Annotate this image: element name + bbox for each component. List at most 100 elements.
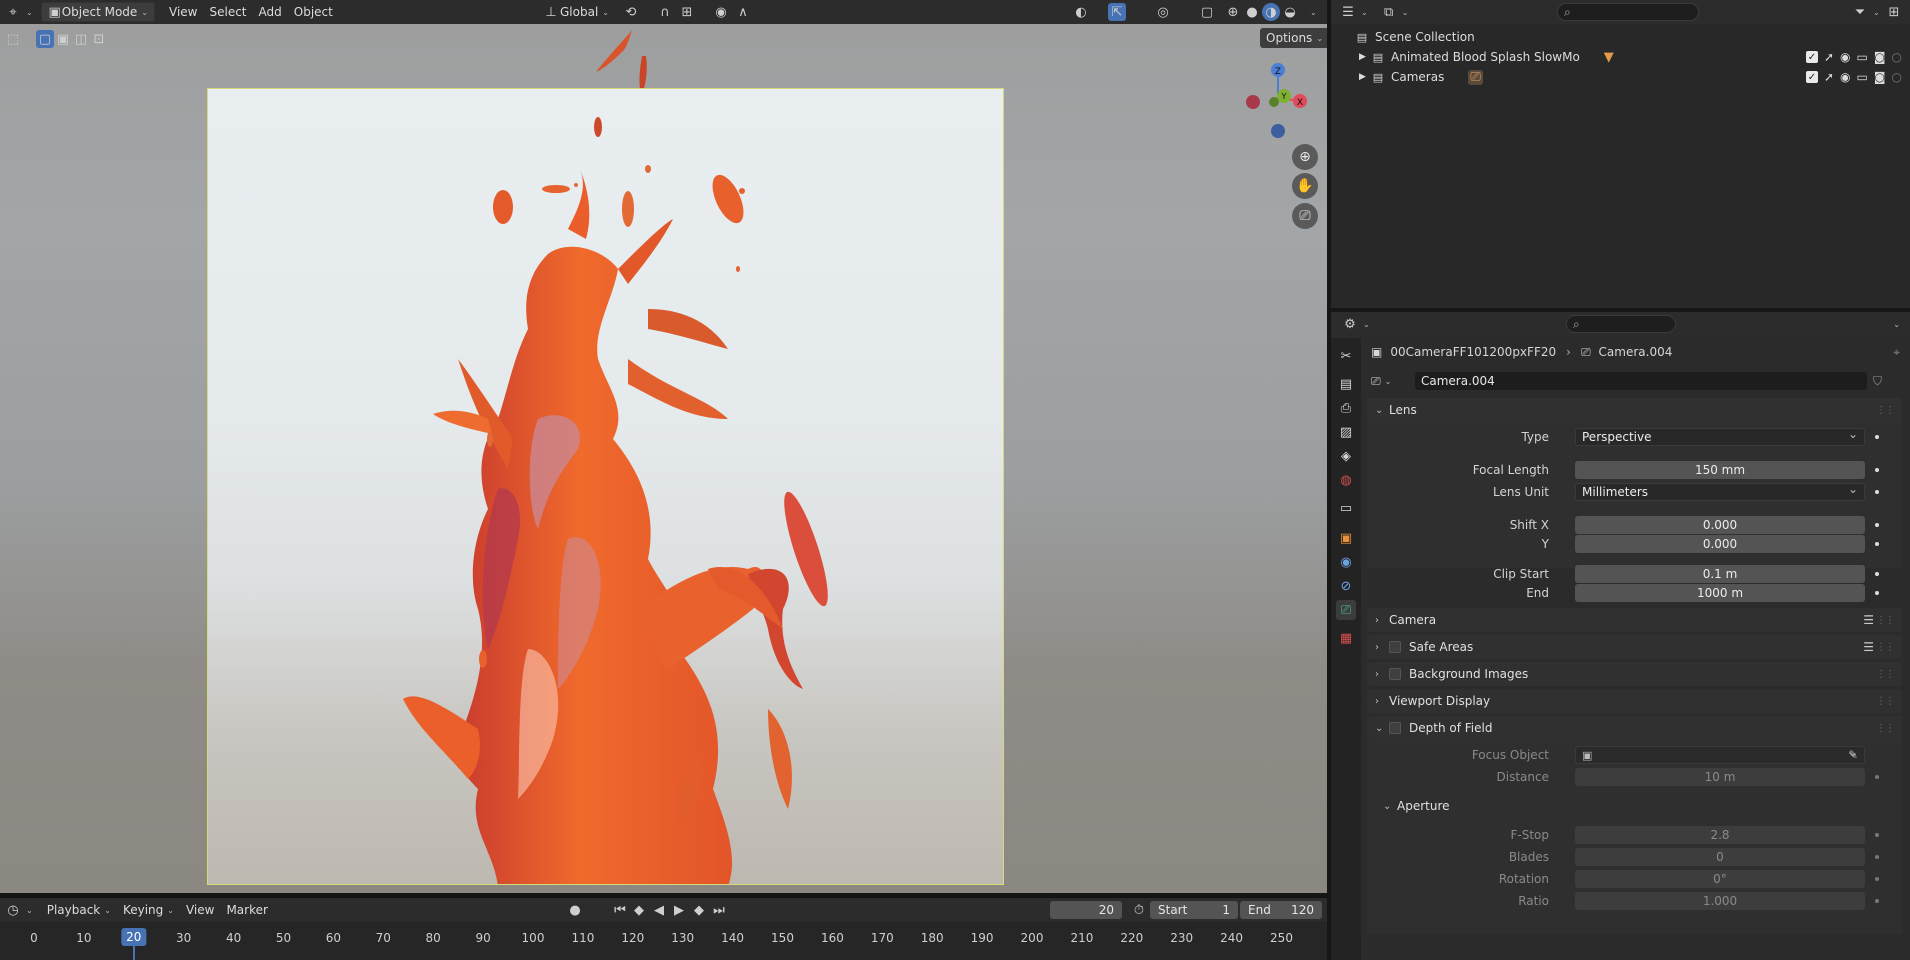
monitor-icon[interactable]: ▭ <box>1857 70 1868 84</box>
clip-start-field[interactable]: 0.1 m <box>1575 565 1865 583</box>
collection-tab-icon[interactable]: ▭ <box>1336 498 1356 518</box>
exclude-checkbox[interactable]: ✓ <box>1805 51 1818 63</box>
background-images-checkbox[interactable] <box>1389 668 1401 680</box>
3d-viewport[interactable]: ⌖ ⌄ ▣ Object Mode ⌄ View Select Add Object… <box>0 0 1327 893</box>
timeline-editor-icon[interactable]: ◷ <box>4 901 22 919</box>
select-arrow-icon[interactable]: ➚ <box>1824 70 1834 84</box>
expand-arrow-icon[interactable]: ▶ <box>1359 52 1371 62</box>
record-icon[interactable]: ● <box>566 901 584 919</box>
properties-search-input[interactable]: ⌕ <box>1566 315 1676 333</box>
keyframe-dot-icon[interactable] <box>1875 877 1879 881</box>
outliner-editor-icon[interactable]: ☰ <box>1339 3 1357 21</box>
keyframe-dot-icon[interactable] <box>1875 833 1879 837</box>
select-intersect-icon[interactable]: ⊡ <box>90 30 108 48</box>
menu-object[interactable]: Object <box>288 2 339 22</box>
snap-icon[interactable]: ∩ <box>656 3 674 21</box>
menu-marker[interactable]: Marker <box>220 900 273 920</box>
keyframe-dot-icon[interactable] <box>1875 591 1879 595</box>
keyframe-dot-icon[interactable] <box>1875 775 1879 779</box>
aperture-subpanel-header[interactable]: ⌄ Aperture <box>1383 796 1450 816</box>
presets-list-icon[interactable]: ☰ <box>1863 640 1874 654</box>
focal-length-field[interactable]: 150 mm <box>1575 461 1865 479</box>
eyedropper-icon[interactable]: ✎ <box>1848 748 1858 762</box>
keyframe-dot-icon[interactable] <box>1875 490 1879 494</box>
ratio-field[interactable]: 1.000 <box>1575 892 1865 910</box>
outliner-item[interactable]: ▶ ▤ Cameras ⎚ ✓ ➚ ◉ ▭ ◙ ○ <box>1331 67 1910 87</box>
select-arrow-icon[interactable]: ➚ <box>1824 50 1834 64</box>
expand-arrow-icon[interactable]: ▶ <box>1359 72 1371 82</box>
rotation-field[interactable]: 0° <box>1575 870 1865 888</box>
monitor-icon[interactable]: ▭ <box>1857 50 1868 64</box>
background-images-panel-header[interactable]: › Background Images ⋮⋮ <box>1367 662 1902 686</box>
exclude-checkbox[interactable]: ✓ <box>1805 71 1818 83</box>
outliner-item[interactable]: ▶ ▤ Animated Blood Splash SlowMo ▼ ✓ ➚ ◉… <box>1331 47 1910 67</box>
navigation-gizmo[interactable]: Z X Y <box>1230 56 1320 146</box>
output-tab-icon[interactable]: ⎙ <box>1336 398 1356 418</box>
eye-icon[interactable]: ◉ <box>1840 70 1850 84</box>
safe-areas-checkbox[interactable] <box>1389 641 1401 653</box>
playhead-line[interactable] <box>132 945 135 960</box>
camera-name-field[interactable]: Camera.004 <box>1415 372 1867 390</box>
options-button[interactable]: Options ⌄ <box>1260 28 1327 48</box>
select-tool-icon[interactable]: ⬚ <box>4 30 22 48</box>
drag-handle-icon[interactable]: ⋮⋮ <box>1876 405 1895 416</box>
select-extend-icon[interactable]: ▣ <box>54 30 72 48</box>
properties-editor-icon[interactable]: ⚙ <box>1341 315 1359 333</box>
timeline-ruler[interactable]: 0 10 20 30 40 50 60 70 80 90 100 110 120 130 140 150 160… <box>0 923 1327 960</box>
select-subtract-icon[interactable]: ◫ <box>72 30 90 48</box>
clip-end-field[interactable]: 1000 m <box>1575 584 1865 602</box>
next-keyframe-icon[interactable]: ◆ <box>690 901 708 919</box>
shift-x-field[interactable]: 0.000 <box>1575 516 1865 534</box>
solid-shading-icon[interactable]: ● <box>1243 3 1261 21</box>
lens-panel-header[interactable]: ⌄ Lens ⋮⋮ <box>1367 398 1902 422</box>
holdout-icon[interactable]: ○ <box>1892 50 1902 64</box>
camera-panel-header[interactable]: › Camera ☰ ⋮⋮ <box>1367 608 1902 632</box>
viewport-display-panel-header[interactable]: › Viewport Display ⋮⋮ <box>1367 689 1902 713</box>
xray-icon[interactable]: ▢ <box>1198 3 1216 21</box>
rendered-shading-icon[interactable]: ◒ <box>1281 3 1299 21</box>
camera-data-tab-icon[interactable]: ⎚ <box>1336 600 1356 620</box>
presets-list-icon[interactable]: ☰ <box>1863 613 1874 627</box>
pin-icon[interactable]: ⌖ <box>1893 345 1900 360</box>
menu-keying[interactable]: Keying ⌄ <box>117 900 180 920</box>
playhead[interactable]: 20 <box>121 928 147 946</box>
end-frame-field[interactable]: End 120 <box>1240 901 1322 919</box>
eye-icon[interactable]: ◉ <box>1840 50 1850 64</box>
properties-editor[interactable]: ⚙ ⌄ ⌕ ⌄ ✂ ▤ ⎙ ▨ ◈ ◍ ▭ ▣ ◉ ⊘ ⎚ ▦ ▣ 00Camer… <box>1331 312 1910 960</box>
wireframe-shading-icon[interactable]: ⊕ <box>1224 3 1242 21</box>
lens-type-dropdown[interactable]: Perspective <box>1575 427 1865 446</box>
pan-hand-icon[interactable]: ✋ <box>1292 173 1318 199</box>
current-frame-field[interactable]: 20 <box>1050 901 1122 919</box>
modifier-tab-icon[interactable]: ◉ <box>1336 552 1356 572</box>
drag-handle-icon[interactable]: ⋮⋮ <box>1876 669 1895 680</box>
camera-view-icon[interactable]: ⎚ <box>1292 203 1318 229</box>
distance-field[interactable]: 10 m <box>1575 768 1865 786</box>
keyframe-dot-icon[interactable] <box>1875 435 1879 439</box>
filter-icon[interactable]: ⏷ <box>1851 3 1869 21</box>
render-tab-icon[interactable]: ▤ <box>1336 374 1356 394</box>
view-layer-tab-icon[interactable]: ▨ <box>1336 422 1356 442</box>
jump-end-icon[interactable]: ⏭ <box>710 901 728 919</box>
scene-tab-icon[interactable]: ◈ <box>1336 446 1356 466</box>
keyframe-dot-icon[interactable] <box>1875 899 1879 903</box>
drag-handle-icon[interactable]: ⋮⋮ <box>1876 642 1895 653</box>
axis-gizmo-icon[interactable]: Z X Y <box>1230 56 1320 146</box>
new-collection-icon[interactable]: ⊞ <box>1885 3 1903 21</box>
transform-orientation[interactable]: ⊥ Global ⌄ <box>536 2 615 22</box>
tool-tab-icon[interactable]: ✂ <box>1336 346 1356 366</box>
start-frame-field[interactable]: Start 1 <box>1150 901 1238 919</box>
gizmo-toggle-icon[interactable]: ⇱ <box>1108 3 1126 21</box>
play-reverse-icon[interactable]: ◀ <box>650 901 668 919</box>
play-icon[interactable]: ▶ <box>670 901 688 919</box>
focus-object-field[interactable]: ▣ ✎ <box>1575 745 1865 764</box>
scene-collection-row[interactable]: ▤ Scene Collection <box>1331 27 1910 47</box>
keyframe-dot-icon[interactable] <box>1875 542 1879 546</box>
timeline-editor[interactable]: ◷ ⌄ Playback ⌄ Keying ⌄ View Marker ● ⏮ ◆ ◀… <box>0 897 1327 960</box>
drag-handle-icon[interactable]: ⋮⋮ <box>1876 696 1895 707</box>
overlays-icon[interactable]: ◎ <box>1154 3 1172 21</box>
keyframe-dot-icon[interactable] <box>1875 572 1879 576</box>
dof-checkbox[interactable] <box>1389 722 1401 734</box>
preview-range-icon[interactable]: ⏱ <box>1130 901 1148 919</box>
camera-render-icon[interactable]: ◙ <box>1874 50 1886 64</box>
zoom-icon[interactable]: ⊕ <box>1292 144 1318 170</box>
